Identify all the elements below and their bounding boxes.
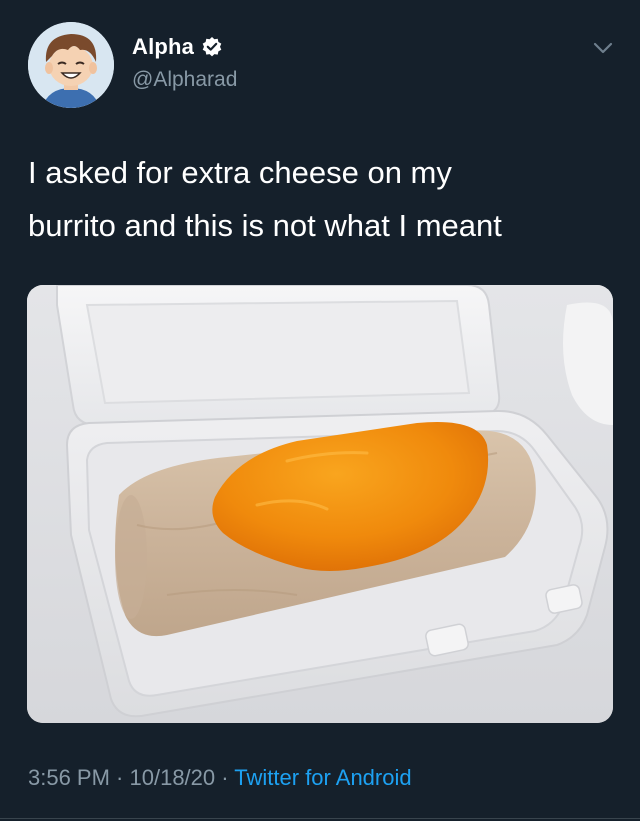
verified-badge-icon (201, 36, 223, 58)
meta-separator: · (215, 765, 235, 790)
tweet-date[interactable]: 10/18/20 (130, 765, 216, 790)
divider (0, 818, 640, 819)
avatar[interactable] (28, 22, 114, 108)
meta-separator: · (109, 765, 130, 790)
tweet-card: Alpha @Alpharad I asked for extra cheese… (0, 0, 640, 821)
display-name[interactable]: Alpha (132, 34, 194, 60)
tweet-source-link[interactable]: Twitter for Android (234, 765, 411, 790)
author-name-row[interactable]: Alpha (132, 34, 223, 60)
user-handle[interactable]: @Alpharad (132, 68, 237, 92)
tweet-photo[interactable] (27, 285, 613, 723)
tweet-time[interactable]: 3:56 PM (28, 765, 110, 790)
tweet-metadata: 3:56 PM · 10/18/20 · Twitter for Android (28, 765, 412, 791)
chevron-down-icon[interactable] (590, 38, 616, 58)
tweet-text: I asked for extra cheese on my burrito a… (28, 155, 502, 243)
